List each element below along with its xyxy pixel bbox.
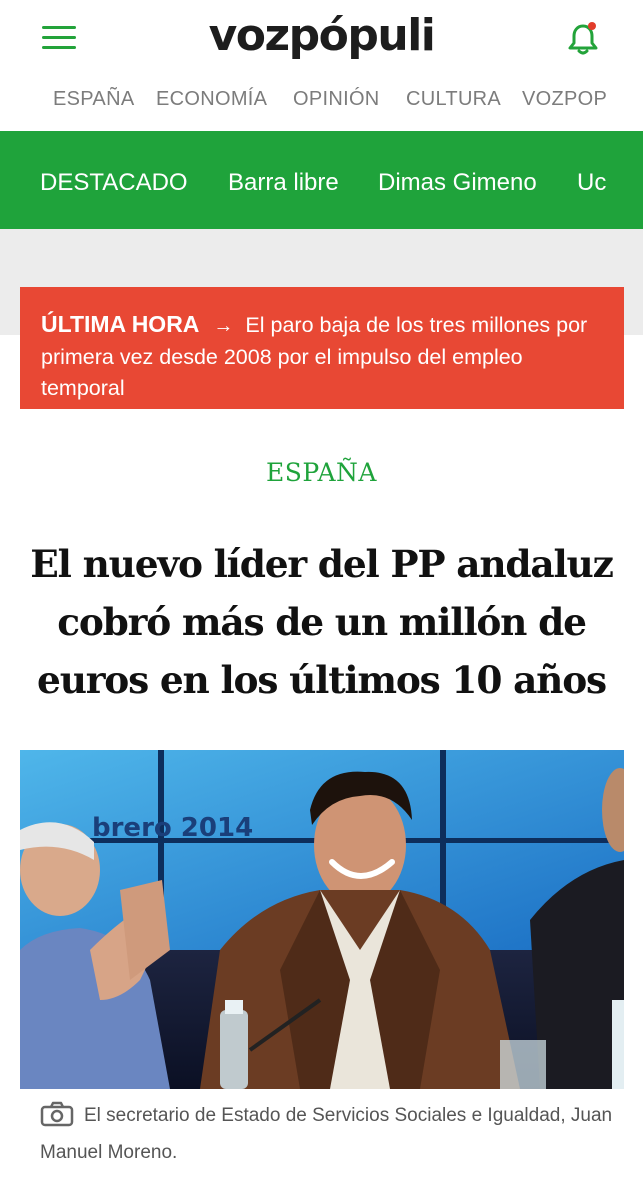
photo-caption: El secretario de Estado de Servicios Soc… (40, 1100, 620, 1168)
article-headline: El nuevo líder del PP andaluz cobró más … (30, 542, 614, 702)
featured-item-destacado[interactable]: DESTACADO (40, 169, 188, 197)
caption-text: El secretario de Estado de Servicios Soc… (40, 1105, 613, 1163)
article-photo: brero 2014 (20, 750, 624, 1089)
notification-dot (588, 22, 596, 30)
nav-item-espana[interactable]: ESPAÑA (53, 88, 134, 111)
backdrop-text: brero 2014 (92, 813, 253, 843)
featured-nav: DESTACADO Barra libre Dimas Gimeno Uc (0, 131, 643, 229)
featured-item-truncated[interactable]: Uc (577, 169, 606, 197)
arrow-right-icon: → (213, 315, 234, 337)
featured-item-barra-libre[interactable]: Barra libre (228, 169, 339, 197)
camera-icon (40, 1101, 74, 1137)
site-header: vozpópuli (0, 0, 643, 72)
breaking-label: ÚLTIMA HORA (41, 311, 200, 337)
bell-icon[interactable] (566, 22, 600, 56)
site-logo[interactable]: vozpópuli (0, 10, 643, 61)
nav-item-opinion[interactable]: OPINIÓN (293, 88, 380, 111)
nav-item-economia[interactable]: ECONOMÍA (156, 88, 267, 111)
nav-item-cultura[interactable]: CULTURA (406, 88, 501, 111)
section-nav: ESPAÑA ECONOMÍA OPINIÓN CULTURA VOZPOP (0, 80, 643, 120)
breaking-news-banner[interactable]: ÚLTIMA HORA → El paro baja de los tres mil… (20, 287, 624, 409)
article-category[interactable]: ESPAÑA (0, 458, 643, 487)
featured-item-dimas-gimeno[interactable]: Dimas Gimeno (378, 169, 537, 197)
nav-item-vozpop[interactable]: VOZPOP (522, 88, 607, 111)
